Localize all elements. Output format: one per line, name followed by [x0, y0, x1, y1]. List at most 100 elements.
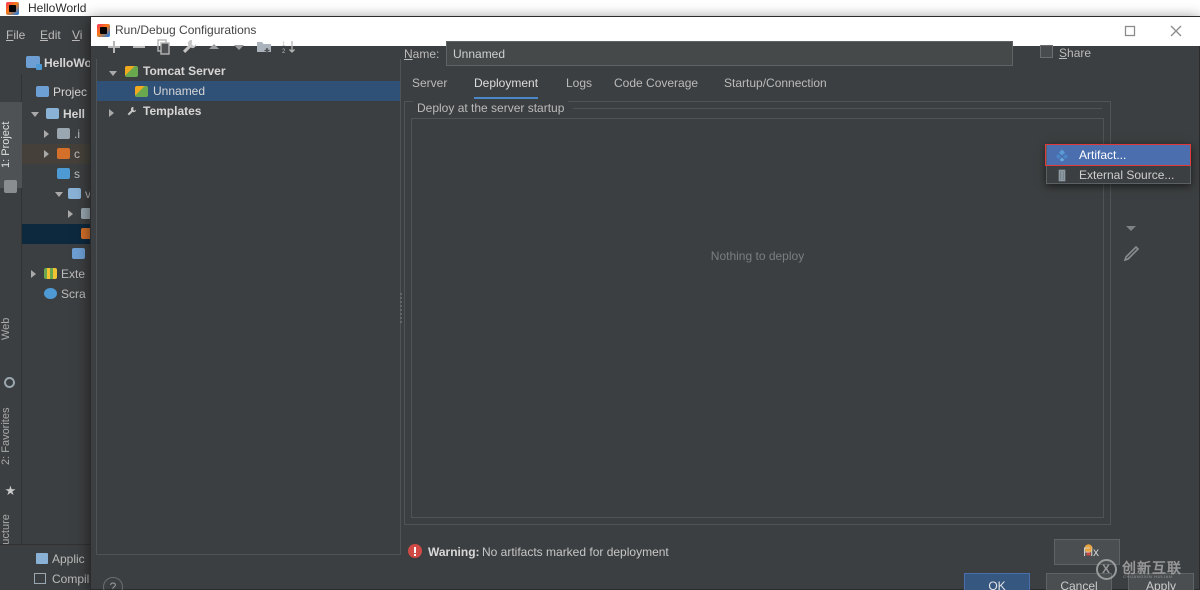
config-group-label: Templates [143, 104, 202, 118]
sidebar-label-web: Web [0, 317, 12, 341]
run-debug-configurations-dialog: Run/Debug Configurations 1 2 Tomcat Serv… [90, 16, 1200, 590]
configurations-pane: 12 Tomcat Server Unnamed Templates [96, 35, 401, 555]
chevron-right-icon[interactable] [68, 210, 73, 218]
dialog-body: 12 Tomcat Server Unnamed Templates Name:… [91, 31, 1200, 590]
tab-deployment[interactable]: Deployment [474, 71, 539, 99]
tab-startup-connection[interactable]: Startup/Connection [724, 71, 827, 99]
warning-text: No artifacts marked for deployment [482, 545, 669, 559]
config-group-label: Tomcat Server [143, 64, 226, 78]
tree-item-web[interactable]: v [22, 184, 90, 204]
svg-text:1: 1 [282, 42, 286, 48]
deployment-list[interactable]: Nothing to deploy [411, 118, 1104, 518]
folder-icon [4, 180, 17, 193]
chevron-right-icon[interactable] [109, 109, 114, 117]
name-label: Name: [404, 47, 440, 61]
help-button[interactable]: ? [103, 577, 123, 590]
web-icon [4, 377, 15, 388]
tree-item-s[interactable]: s [22, 164, 90, 184]
project-tree: Projec Hell .i c s v H Exte Scra [22, 74, 90, 544]
new-folder-button[interactable] [254, 37, 274, 57]
jsp-file-icon [81, 228, 90, 239]
tree-item-module[interactable]: Hell [22, 104, 90, 124]
screen: HelloWorld File Edit Vi HelloWor 1: Proj… [0, 0, 1200, 590]
remove-button[interactable] [129, 37, 149, 57]
name-input[interactable] [446, 41, 1013, 66]
menu-item-external-source[interactable]: External Source... [1047, 165, 1190, 185]
chevron-down-icon[interactable] [55, 192, 63, 197]
configuration-tabs: Server Deployment Logs Code Coverage Sta… [404, 71, 1199, 99]
tree-item-project[interactable]: Projec [22, 82, 90, 102]
sidebar-label-favorites: 2: Favorites [0, 407, 12, 465]
copy-button[interactable] [154, 37, 174, 57]
highlight-box-artifact [1045, 144, 1191, 166]
sidebar-item-project[interactable]: 1: Project [0, 102, 22, 188]
add-button[interactable] [104, 37, 124, 57]
folder-icon [57, 128, 70, 139]
edit-templates-button[interactable] [179, 37, 199, 57]
deployment-panel-caption: Deploy at the server startup [413, 101, 569, 115]
tomcat-icon [125, 66, 138, 77]
chevron-right-icon[interactable] [44, 130, 49, 138]
module-icon [46, 108, 59, 119]
project-breadcrumb-label: HelloWor [44, 56, 97, 70]
project-icon [36, 86, 49, 97]
edit-button[interactable] [1118, 241, 1144, 267]
chevron-right-icon[interactable] [31, 270, 36, 278]
tree-item-src[interactable]: c [22, 144, 90, 164]
move-down-button[interactable] [229, 37, 249, 57]
sidebar-item-web[interactable]: Web [0, 304, 22, 354]
sidebar-item-favorites[interactable]: 2: Favorites [0, 394, 22, 478]
run-config-icon [36, 553, 48, 564]
menu-item-external-source-label: External Source... [1079, 168, 1175, 182]
menu-edit[interactable]: Edit [40, 28, 61, 42]
share-label[interactable]: Share [1059, 46, 1091, 60]
config-item-label: Unnamed [153, 84, 206, 98]
tree-item-external-libraries[interactable]: Exte [22, 264, 90, 284]
configuration-editor-pane: Name: Share Server Deployment Logs Code … [404, 31, 1199, 590]
scratches-icon [44, 288, 57, 299]
ok-button[interactable]: OK [964, 573, 1030, 590]
dialog-buttons: OK Cancel Apply [404, 573, 1199, 590]
ide-titlebar: HelloWorld [0, 0, 1200, 16]
folder-icon [68, 188, 81, 199]
tab-logs[interactable]: Logs [566, 71, 592, 99]
config-group-tomcat-server[interactable]: Tomcat Server [97, 61, 400, 81]
watermark-subtext: CHUANGXIN HULIAN [1123, 574, 1173, 579]
window-icon [34, 573, 46, 584]
external-source-icon [1055, 169, 1069, 182]
java-file-icon [72, 248, 85, 259]
share-checkbox[interactable] [1040, 45, 1053, 58]
watermark-logo-icon [1096, 559, 1117, 580]
svg-text:2: 2 [282, 49, 286, 55]
tab-code-coverage[interactable]: Code Coverage [614, 71, 698, 99]
star-icon: ★ [4, 483, 17, 498]
left-toolwindow-bar: 1: Project Web 2: Favorites ★ 7: Structu… [0, 74, 22, 571]
intellij-logo-icon [6, 2, 19, 15]
chevron-down-icon[interactable] [109, 71, 117, 76]
sort-button[interactable]: 12 [279, 37, 299, 57]
wrench-icon [125, 105, 138, 118]
chevron-right-icon[interactable] [44, 150, 49, 158]
tree-item-idea[interactable]: .i [22, 124, 90, 144]
menu-view[interactable]: Vi [72, 28, 82, 42]
tab-server[interactable]: Server [412, 71, 447, 99]
move-up-button[interactable] [204, 37, 224, 57]
menu-file[interactable]: File [6, 28, 25, 42]
folder-icon [81, 208, 90, 219]
config-group-templates[interactable]: Templates [97, 101, 400, 121]
name-row: Name: Share [404, 41, 1199, 69]
folder-icon [57, 168, 70, 179]
tree-item-index-jsp[interactable] [22, 224, 90, 244]
deployment-panel: Deploy at the server startup Nothing to … [404, 101, 1111, 525]
statusbar-item-application[interactable]: Applic [52, 552, 85, 566]
configurations-list: Tomcat Server Unnamed Templates [96, 59, 401, 555]
chevron-down-icon[interactable] [31, 112, 39, 117]
tree-item-scratches[interactable]: Scra [22, 284, 90, 304]
move-down-button[interactable] [1118, 215, 1144, 241]
libraries-icon [44, 268, 57, 279]
warning-row: Warning: No artifacts marked for deploym… [404, 537, 1199, 567]
tree-item-webinf[interactable] [22, 204, 90, 224]
config-item-unnamed[interactable]: Unnamed [97, 81, 400, 101]
tree-item-helloworld[interactable]: H [22, 244, 90, 264]
configurations-toolbar: 12 [96, 35, 401, 59]
